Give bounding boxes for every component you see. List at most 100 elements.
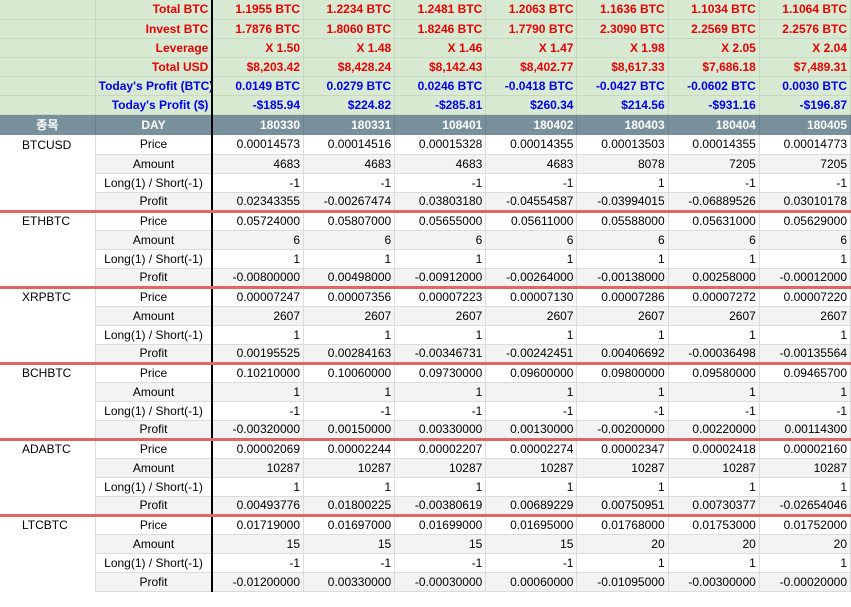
empty-cell[interactable] (0, 154, 96, 173)
empty-cell[interactable] (0, 401, 96, 420)
field-label-long-short[interactable]: Long(1) / Short(-1) (95, 477, 214, 497)
profit-value[interactable]: 0.00060000 (485, 572, 578, 592)
price-value[interactable]: 0.00002207 (394, 437, 487, 459)
price-value[interactable]: 0.01719000 (212, 513, 305, 535)
invest-btc-value[interactable]: 1.8246 BTC (394, 19, 487, 39)
amount-value[interactable]: 1 (576, 382, 669, 402)
long-short-value[interactable]: -1 (212, 173, 305, 193)
today-profit-btc-value[interactable]: 0.0246 BTC (394, 76, 487, 96)
empty-cell[interactable] (0, 249, 96, 268)
price-value[interactable]: 0.10210000 (212, 361, 305, 383)
amount-value[interactable]: 10287 (576, 458, 669, 478)
long-short-value[interactable]: 1 (576, 173, 669, 193)
coin-name[interactable]: ETHBTC (0, 209, 96, 230)
profit-value[interactable]: 0.03803180 (394, 192, 487, 212)
invest-btc-value[interactable]: 2.2576 BTC (759, 19, 851, 39)
amount-value[interactable]: 2607 (668, 306, 760, 326)
profit-value[interactable]: -0.00300000 (668, 572, 760, 592)
field-label-price[interactable]: Price (95, 285, 214, 307)
amount-value[interactable]: 1 (394, 382, 487, 402)
price-value[interactable]: 0.00002244 (303, 437, 396, 459)
empty-cell[interactable] (0, 496, 96, 515)
profit-value[interactable]: -0.00012000 (759, 268, 851, 288)
price-value[interactable]: 0.01695000 (485, 513, 578, 535)
long-short-value[interactable]: 1 (759, 325, 851, 345)
price-value[interactable]: 0.01752000 (759, 513, 851, 535)
amount-value[interactable]: 7205 (668, 154, 760, 174)
price-value[interactable]: 0.00014773 (759, 135, 851, 155)
today-profit-btc-value[interactable]: 0.0279 BTC (303, 76, 396, 96)
field-label-profit[interactable]: Profit (95, 496, 214, 516)
amount-value[interactable]: 8078 (576, 154, 669, 174)
profit-value[interactable]: 0.00406692 (576, 344, 669, 364)
total-usd-value[interactable]: $8,617.33 (576, 57, 669, 77)
long-short-value[interactable]: 1 (485, 325, 578, 345)
empty-cell[interactable] (0, 192, 96, 211)
long-short-value[interactable]: -1 (394, 401, 487, 421)
price-value[interactable]: 0.05629000 (759, 209, 851, 231)
amount-value[interactable]: 6 (759, 230, 851, 250)
profit-value[interactable]: 0.00114300 (759, 420, 851, 440)
long-short-value[interactable]: -1 (485, 173, 578, 193)
profit-value[interactable]: 0.00220000 (668, 420, 760, 440)
long-short-value[interactable]: 1 (212, 249, 305, 269)
profit-value[interactable]: 0.00284163 (303, 344, 396, 364)
long-short-value[interactable]: -1 (668, 173, 760, 193)
profit-value[interactable]: 0.03010178 (759, 192, 851, 212)
coin-name[interactable]: XRPBTC (0, 285, 96, 306)
today-profit-usd-value[interactable]: -$185.94 (212, 95, 305, 115)
field-label-price[interactable]: Price (95, 361, 214, 383)
long-short-value[interactable]: -1 (303, 401, 396, 421)
profit-value[interactable]: -0.00800000 (212, 268, 305, 288)
invest-btc-value[interactable]: 2.2569 BTC (668, 19, 760, 39)
today-profit-usd-value[interactable]: $224.82 (303, 95, 396, 115)
profit-value[interactable]: 0.01800225 (303, 496, 396, 516)
amount-value[interactable]: 1 (668, 382, 760, 402)
long-short-value[interactable]: 1 (394, 325, 487, 345)
amount-value[interactable]: 2607 (303, 306, 396, 326)
empty-cell[interactable] (0, 344, 96, 363)
today-profit-btc-value[interactable]: -0.0427 BTC (576, 76, 669, 96)
total-usd-value[interactable]: $8,428.24 (303, 57, 396, 77)
profit-value[interactable]: -0.06889526 (668, 192, 760, 212)
empty-cell[interactable] (0, 477, 96, 496)
profit-value[interactable]: -0.02654046 (759, 496, 851, 516)
long-short-value[interactable]: 1 (759, 553, 851, 573)
leverage-value[interactable]: X 1.46 (394, 38, 487, 58)
amount-value[interactable]: 6 (485, 230, 578, 250)
price-value[interactable]: 0.00015328 (394, 135, 487, 155)
long-short-value[interactable]: 1 (759, 249, 851, 269)
amount-value[interactable]: 4683 (394, 154, 487, 174)
field-label-long-short[interactable]: Long(1) / Short(-1) (95, 173, 214, 193)
amount-value[interactable]: 20 (668, 534, 760, 554)
profit-value[interactable]: 0.00730377 (668, 496, 760, 516)
leverage-value[interactable]: X 1.98 (576, 38, 669, 58)
total-usd-value[interactable]: $8,142.43 (394, 57, 487, 77)
field-label-price[interactable]: Price (95, 513, 214, 535)
profit-value[interactable]: -0.00036498 (668, 344, 760, 364)
profit-value[interactable]: -0.00267474 (303, 192, 396, 212)
profit-value[interactable]: -0.01200000 (212, 572, 305, 592)
leverage-value[interactable]: X 2.04 (759, 38, 851, 58)
column-header-date[interactable]: 180330 (212, 114, 305, 135)
today-profit-usd-label[interactable]: Today's Profit ($) (95, 95, 214, 115)
today-profit-btc-value[interactable]: -0.0418 BTC (485, 76, 578, 96)
total-usd-label[interactable]: Total USD (95, 57, 214, 77)
field-label-price[interactable]: Price (95, 135, 214, 155)
long-short-value[interactable]: 1 (668, 477, 760, 497)
total-usd-value[interactable]: $8,203.42 (212, 57, 305, 77)
long-short-value[interactable]: -1 (394, 553, 487, 573)
field-label-long-short[interactable]: Long(1) / Short(-1) (95, 325, 214, 345)
price-value[interactable]: 0.00007247 (212, 285, 305, 307)
amount-value[interactable]: 2607 (394, 306, 487, 326)
price-value[interactable]: 0.09465700 (759, 361, 851, 383)
field-label-profit[interactable]: Profit (95, 268, 214, 288)
field-label-long-short[interactable]: Long(1) / Short(-1) (95, 401, 214, 421)
leverage-value[interactable]: X 2.05 (668, 38, 760, 58)
price-value[interactable]: 0.05724000 (212, 209, 305, 231)
invest-btc-label[interactable]: Invest BTC (95, 19, 214, 39)
empty-cell[interactable] (0, 38, 96, 58)
profit-value[interactable]: 0.00330000 (303, 572, 396, 592)
profit-value[interactable]: 0.00150000 (303, 420, 396, 440)
price-value[interactable]: 0.00007220 (759, 285, 851, 307)
